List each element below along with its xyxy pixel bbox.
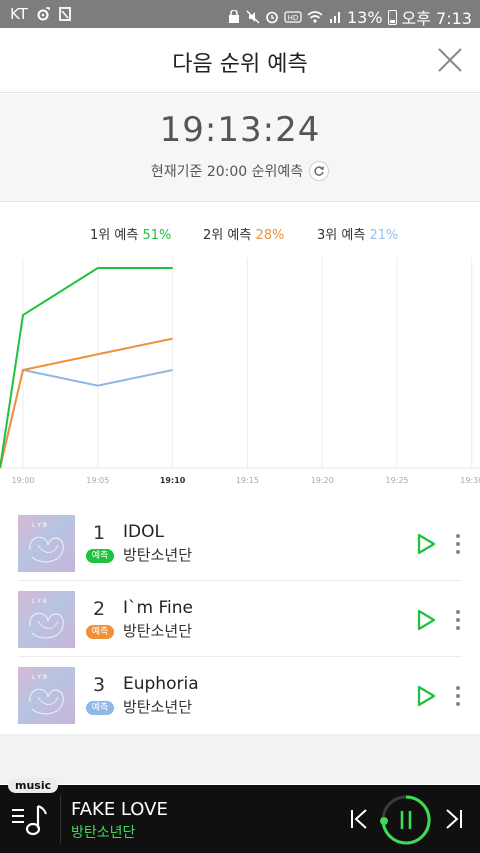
svg-text:HD: HD [288,14,299,22]
status-bar-left: KT [10,5,72,23]
play-icon[interactable] [415,684,437,708]
rank-number: 2 [93,598,106,620]
album-art: L Y B [18,515,75,572]
list-item[interactable]: L Y B 1 예측 IDOL 방탄소년단 [0,505,480,581]
hd-voice-icon: HD [284,11,302,23]
line-chart: 19:00 19:05 19:10 19:15 19:20 19:25 19:30 [0,258,480,485]
x-tick-label: 19:20 [311,476,334,485]
list-item[interactable]: L Y B 3 예측 Euphoria 방탄소년단 [0,657,480,733]
legend-value: 28% [255,228,285,243]
now-playing-artist: 방탄소년단 [71,825,136,841]
series-line [0,337,173,469]
album-art: L Y B [18,667,75,724]
svg-text:L Y B: L Y B [32,674,47,681]
file-notification-icon [58,7,71,21]
prediction-basis-label: 현재기준 20:00 순위예측 [150,164,304,180]
series-line [0,368,173,469]
more-options-icon[interactable] [450,532,466,556]
play-icon[interactable] [415,532,437,556]
series-line [0,267,173,469]
song-title: I`m Fine [123,598,193,618]
rank-number: 3 [93,674,106,696]
music-notification-icon [37,7,50,21]
signal-icon [329,12,340,23]
legend-value: 51% [142,228,172,243]
legend-item-2: 2위 예측 28% [203,224,284,243]
legend-label: 3위 예측 [317,228,366,243]
artist-name: 방탄소년단 [123,698,193,716]
battery-percent: 13% [346,7,383,27]
player-divider [60,795,61,843]
mini-player: FAKE LOVE 방탄소년단 [0,785,480,853]
legend-item-3: 3위 예측 21% [317,224,398,243]
x-tick-label: 19:25 [385,476,408,485]
alarm-icon [266,11,278,24]
song-title: Euphoria [123,674,199,694]
status-bar: KT HD 13% 오후 7:13 [0,0,480,28]
rank-number: 1 [93,522,106,544]
close-icon[interactable] [436,46,464,74]
song-title: IDOL [123,522,164,542]
x-tick-label: 19:05 [86,476,109,485]
legend-label: 1위 예측 [90,228,139,243]
prediction-basis: 현재기준 20:00 순위예측 [0,161,480,181]
current-time: 19:13:24 [159,110,321,150]
pause-button[interactable] [380,794,432,846]
time-panel: 19:13:24 현재기준 20:00 순위예측 [0,94,480,202]
ranking-list: L Y B 1 예측 IDOL 방탄소년단 L Y B 2 예측 I`m Fin… [0,505,480,733]
x-tick-label: 19:30 [460,476,480,485]
x-tick-label: 19:15 [236,476,259,485]
x-tick-label: 19:00 [11,476,34,485]
next-track-icon[interactable] [442,807,466,831]
now-playing-title: FAKE LOVE [71,799,168,820]
battery-icon [387,9,397,25]
status-bar-right: HD 13% 오후 7:13 [227,5,472,29]
header: 다음 순위 예측 [0,28,480,93]
list-item[interactable]: L Y B 2 예측 I`m Fine 방탄소년단 [0,581,480,657]
playlist-menu-icon[interactable] [10,802,50,838]
prediction-badge: 예측 [86,549,114,563]
bottom-spacer [0,734,480,784]
legend-value: 21% [369,228,399,243]
more-options-icon[interactable] [450,608,466,632]
legend-label: 2위 예측 [203,228,252,243]
mute-icon [246,10,260,24]
more-options-icon[interactable] [450,684,466,708]
x-tick-label: 19:10 [160,476,186,485]
refresh-button[interactable] [309,161,330,181]
artist-name: 방탄소년단 [123,622,193,640]
refresh-icon [314,166,325,176]
play-icon[interactable] [415,608,437,632]
lock-icon [228,10,239,23]
svg-text:L Y B: L Y B [32,522,47,529]
previous-track-icon[interactable] [347,807,371,831]
page-title: 다음 순위 예측 [172,52,308,77]
wifi-icon [307,11,323,23]
prediction-badge: 예측 [86,625,114,639]
legend-item-1: 1위 예측 51% [90,224,171,243]
status-time: 오후 7:13 [401,9,472,28]
music-tag: music [8,778,59,793]
carrier-label: KT [10,5,28,23]
prediction-badge: 예측 [86,701,114,715]
album-art: L Y B [18,591,75,648]
svg-text:L Y B: L Y B [32,598,47,605]
ranking-prediction-chart: 19:00 19:05 19:10 19:15 19:20 19:25 19:30 [0,258,480,488]
artist-name: 방탄소년단 [123,546,193,564]
